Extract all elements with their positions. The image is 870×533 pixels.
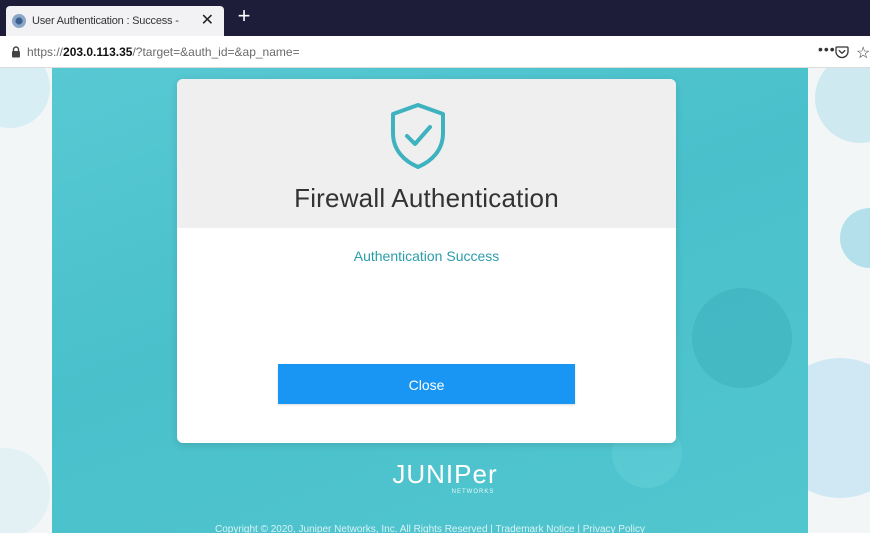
more-actions-icon[interactable]: ••• [818,41,836,57]
lock-icon [12,46,20,58]
logo-text: JUNIPer [392,459,497,489]
dialog-header: Firewall Authentication [177,79,676,228]
shield-check-icon [391,103,445,169]
logo-subtext: NETWORKS [452,489,495,495]
decor-bubble [0,448,50,533]
pocket-icon[interactable] [835,45,849,59]
url-prefix: https:// [27,45,64,59]
auth-status-text: Authentication Success [353,248,500,264]
close-button[interactable]: Close [278,364,575,404]
footer-text: Copyright © 2020, Juniper Networks, Inc.… [215,524,645,533]
url-text[interactable]: https://203.0.113.35/?target=&auth_id=&a… [27,45,300,59]
favicon-icon [12,14,26,28]
url-path: /?target=&auth_id=&ap_name= [132,45,300,59]
dialog-title: Firewall Authentication [294,183,559,213]
tab-title: User Authentication : Success - [32,15,179,27]
address-bar[interactable]: https://203.0.113.35/?target=&auth_id=&a… [0,36,870,68]
close-tab-icon[interactable]: ✕ [201,11,214,31]
new-tab-button[interactable]: + [232,4,256,28]
tab-bar: User Authentication : Success - ✕ + [0,0,870,36]
decor-glow [692,288,792,388]
bookmark-star-icon[interactable]: ☆ [856,43,870,63]
page-background: Firewall Authentication Authentication S… [0,68,870,533]
decor-bubble [0,68,50,128]
auth-dialog: Firewall Authentication Authentication S… [177,79,676,443]
decor-bubble [815,68,870,143]
decor-bubble [840,208,870,268]
browser-tab[interactable]: User Authentication : Success - ✕ [6,6,224,36]
url-host: 203.0.113.35 [63,45,133,59]
juniper-logo: JUNIPer NETWORKS [392,459,497,495]
